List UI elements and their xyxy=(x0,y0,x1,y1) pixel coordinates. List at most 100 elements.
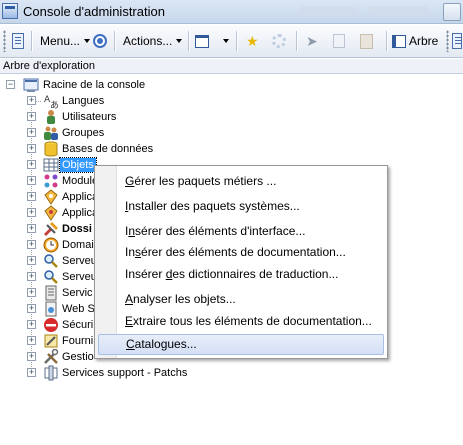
tree-item-gestion[interactable]: + Gestio xyxy=(0,348,95,365)
context-menu: Gérer les paquets métiers ... Installer … xyxy=(94,165,388,359)
tree-item-serveur-1[interactable]: + Serveu xyxy=(0,253,97,269)
gear-icon xyxy=(272,34,286,48)
window-button[interactable] xyxy=(195,29,209,53)
window-dropdown-button[interactable] xyxy=(222,29,229,53)
console-icon xyxy=(23,77,39,93)
tree-item-securite[interactable]: + Sécuri xyxy=(0,317,95,333)
document-icon xyxy=(452,33,462,49)
paste-icon xyxy=(360,33,373,49)
menu-separator xyxy=(120,219,384,220)
document-icon xyxy=(12,33,24,49)
tree-item-fournisseur[interactable]: + Fourni xyxy=(0,333,95,349)
expand-icon[interactable]: + xyxy=(27,304,36,313)
modules-icon xyxy=(43,173,59,189)
expand-icon[interactable]: + xyxy=(27,256,36,265)
tree-item-module[interactable]: + Module xyxy=(0,173,98,189)
tree-item-label: Services support - Patchs xyxy=(62,367,188,379)
tree-item-web-service[interactable]: + Web S xyxy=(0,301,95,317)
tree-item-dossier[interactable]: + Dossi xyxy=(0,221,95,237)
expand-icon[interactable]: + xyxy=(27,368,36,377)
menu-item-analyser-objets[interactable]: Analyser les objets... xyxy=(98,289,384,310)
tree-item-groupes[interactable]: + Groupes xyxy=(0,125,200,141)
service-icon xyxy=(43,285,59,301)
toolbar-grip[interactable] xyxy=(3,30,6,52)
tree-item-application-2[interactable]: + Applica xyxy=(0,205,98,221)
tree-view-label: Arbre xyxy=(409,34,439,48)
window-icon xyxy=(195,34,209,48)
paste-button[interactable] xyxy=(360,29,373,53)
menu-item-inserer-dictionnaires[interactable]: Insérer des dictionnaires de traduction.… xyxy=(98,264,384,285)
expand-icon[interactable]: + xyxy=(27,96,36,105)
copy-icon xyxy=(333,34,345,48)
title-bar-blur xyxy=(300,6,355,15)
toolbar-separator xyxy=(188,31,189,51)
tree-view-button[interactable]: Arbre xyxy=(392,29,441,53)
tree-item-langues[interactable]: + Aあ Langues xyxy=(0,93,200,111)
cursor-icon: ➤ xyxy=(306,32,318,49)
favorite-button[interactable]: ★ xyxy=(246,29,259,53)
actions-label: Actions... xyxy=(123,34,173,48)
actions-dropdown-button[interactable]: Actions... xyxy=(120,29,183,53)
radio-button[interactable] xyxy=(93,29,107,53)
menu-separator xyxy=(120,287,384,288)
application-icon xyxy=(43,205,59,221)
tree-item-label: Web S xyxy=(62,303,95,315)
expand-icon[interactable]: + xyxy=(27,176,36,185)
tree-root-label: Racine de la console xyxy=(43,79,146,91)
expand-icon[interactable]: + xyxy=(27,112,36,121)
menu-dropdown-button[interactable]: Menu... xyxy=(37,29,91,53)
toolbar-grip[interactable] xyxy=(446,30,449,52)
expand-icon[interactable]: + xyxy=(27,352,36,361)
tree-item-serveur-2[interactable]: + Serveu xyxy=(0,269,97,285)
expand-icon[interactable]: + xyxy=(27,192,36,201)
clock-icon xyxy=(43,237,59,253)
database-icon xyxy=(43,141,59,157)
menu-item-catalogues[interactable]: Catalogues... xyxy=(98,334,384,355)
tree-item-service[interactable]: + Servic xyxy=(0,285,95,301)
chevron-down-icon xyxy=(84,39,91,43)
toolbar-separator xyxy=(296,31,297,51)
expand-icon[interactable]: + xyxy=(27,272,36,281)
window-control-icon[interactable] xyxy=(443,3,461,21)
tree-item-label: Utilisateurs xyxy=(62,111,117,123)
toolbar-separator xyxy=(386,31,387,51)
toolbar-overflow-button[interactable] xyxy=(452,29,462,53)
expand-icon[interactable]: + xyxy=(27,240,36,249)
expand-icon[interactable]: + xyxy=(27,128,36,137)
svg-text:あ: あ xyxy=(50,100,59,109)
expand-icon[interactable]: + xyxy=(27,288,36,297)
radio-icon xyxy=(93,34,107,48)
tree-root[interactable]: − Racine de la console xyxy=(0,77,200,93)
tree-item-bases[interactable]: + Bases de données xyxy=(0,141,200,157)
languages-icon: Aあ xyxy=(43,93,59,111)
document-button[interactable] xyxy=(12,29,24,53)
toolbar: Menu... Actions... ★ ➤ Arbre xyxy=(0,25,463,58)
menu-item-gerer-paquets-metiers[interactable]: Gérer les paquets métiers ... xyxy=(98,171,384,192)
tree-item-label: Groupes xyxy=(62,127,105,139)
expand-icon[interactable]: + xyxy=(27,144,36,153)
pointer-button[interactable]: ➤ xyxy=(306,29,318,53)
tree-item-label: Objets xyxy=(59,157,97,173)
tree-item-application-1[interactable]: + Applica xyxy=(0,189,98,205)
expand-icon[interactable]: + xyxy=(27,336,36,345)
user-icon xyxy=(43,109,59,125)
tree-item-services-support[interactable]: + Services support - Patchs xyxy=(0,365,200,381)
tree-item-domaine[interactable]: + Domai xyxy=(0,237,95,253)
copy-button[interactable] xyxy=(333,29,345,53)
window-title: Console d'administration xyxy=(23,4,165,19)
folder-tools-icon xyxy=(43,221,59,237)
toolbar-separator xyxy=(236,31,237,51)
expand-icon[interactable]: + xyxy=(27,320,36,329)
expand-icon[interactable]: + xyxy=(27,160,36,169)
chevron-down-icon xyxy=(223,39,229,43)
collapse-icon[interactable]: − xyxy=(6,80,15,89)
menu-item-inserer-elements-interface[interactable]: Insérer des éléments d'interface... xyxy=(98,221,384,242)
expand-icon[interactable]: + xyxy=(27,208,36,217)
toolbar-separator xyxy=(114,31,115,51)
settings-button[interactable] xyxy=(272,29,286,53)
menu-item-inserer-elements-documentation[interactable]: Insérer des éléments de documentation... xyxy=(98,242,384,263)
tree-item-utilisateurs[interactable]: + Utilisateurs xyxy=(0,109,200,125)
expand-icon[interactable]: + xyxy=(27,224,36,233)
menu-item-extraire-elements-documentation[interactable]: Extraire tous les éléments de documentat… xyxy=(98,311,384,332)
menu-item-installer-paquets-systemes[interactable]: Installer des paquets systèmes... xyxy=(98,196,384,217)
